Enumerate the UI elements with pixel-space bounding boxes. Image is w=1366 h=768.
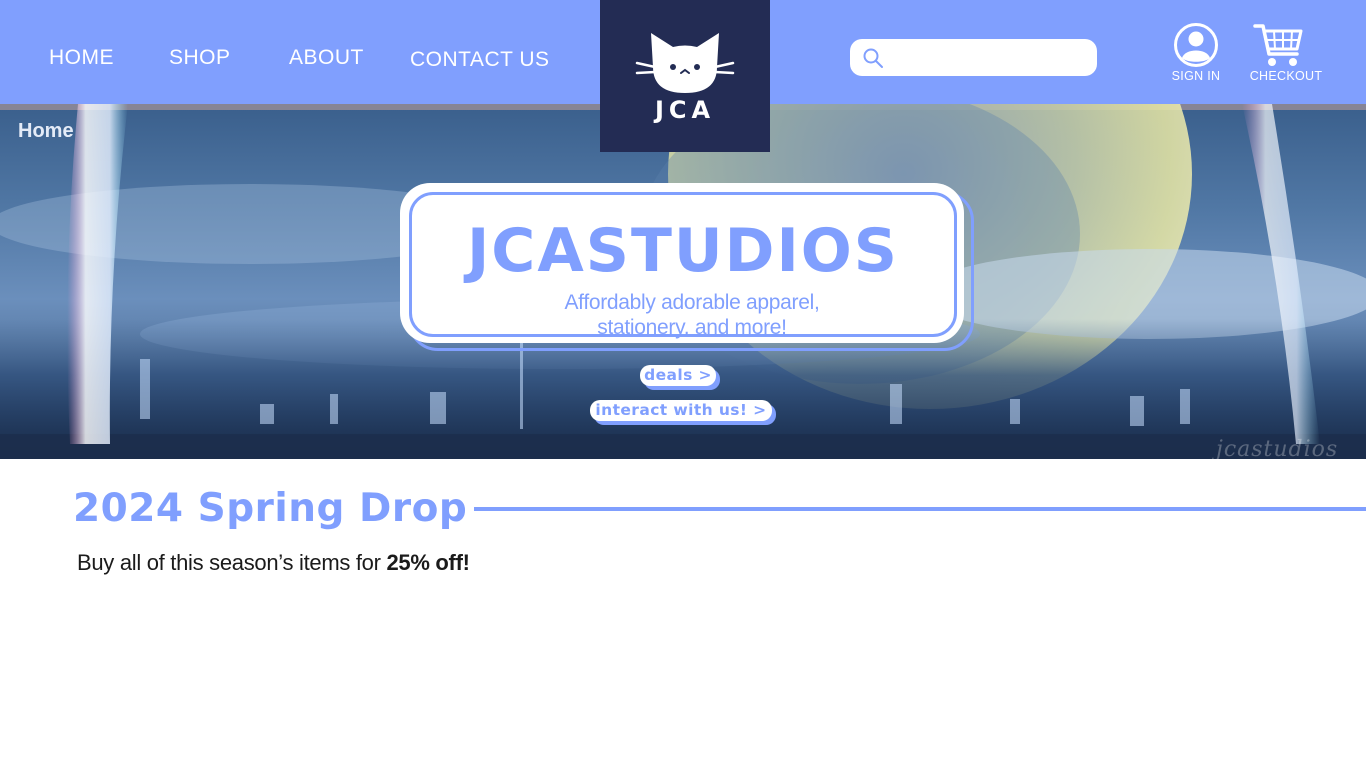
hero-watermark: jcastudios xyxy=(1216,437,1339,459)
cart-icon xyxy=(1253,24,1303,66)
search-bar[interactable] xyxy=(850,39,1097,76)
interact-button[interactable]: interact with us! > xyxy=(590,400,776,425)
user-icon xyxy=(1174,23,1218,67)
breadcrumb-home[interactable]: Home xyxy=(18,120,74,143)
sign-in-button[interactable]: SIGN IN xyxy=(1166,22,1226,88)
nav-home-link[interactable]: HOME xyxy=(49,46,114,70)
section-divider xyxy=(474,507,1366,511)
brand-banner-inner: JCASTUDIOS Affordably adorable apparel, … xyxy=(409,192,957,340)
promo-text-main: Buy all of this season’s items for xyxy=(77,550,387,575)
sign-in-label: SIGN IN xyxy=(1171,69,1221,83)
section-title: 2024 Spring Drop xyxy=(73,486,468,531)
nav-contact-link[interactable]: CONTACT US xyxy=(410,48,550,72)
site-logo[interactable]: JCA xyxy=(600,0,770,152)
cat-logo-icon xyxy=(635,33,735,93)
interact-button-label: interact with us! > xyxy=(590,400,772,421)
tagline-line-2: stationery, and more! xyxy=(597,316,787,339)
promo-discount: 25% off! xyxy=(386,550,470,575)
nav-about-link[interactable]: ABOUT xyxy=(289,46,364,70)
brand-tagline: Affordably adorable apparel, stationery,… xyxy=(492,290,892,340)
search-icon xyxy=(863,48,883,68)
promo-text: Buy all of this season’s items for 25% o… xyxy=(77,550,470,576)
nav-shop-link[interactable]: SHOP xyxy=(169,46,231,70)
deals-button-label: deals > xyxy=(640,365,716,386)
logo-text: JCA xyxy=(654,96,716,124)
checkout-label: CHECKOUT xyxy=(1249,69,1323,83)
brand-title: JCASTUDIOS xyxy=(466,216,899,286)
tagline-line-1: Affordably adorable apparel, xyxy=(564,291,820,314)
brand-banner: JCASTUDIOS Affordably adorable apparel, … xyxy=(400,183,964,343)
search-input[interactable] xyxy=(890,43,1088,72)
checkout-button[interactable]: CHECKOUT xyxy=(1245,20,1327,88)
deals-button[interactable]: deals > xyxy=(640,365,720,390)
